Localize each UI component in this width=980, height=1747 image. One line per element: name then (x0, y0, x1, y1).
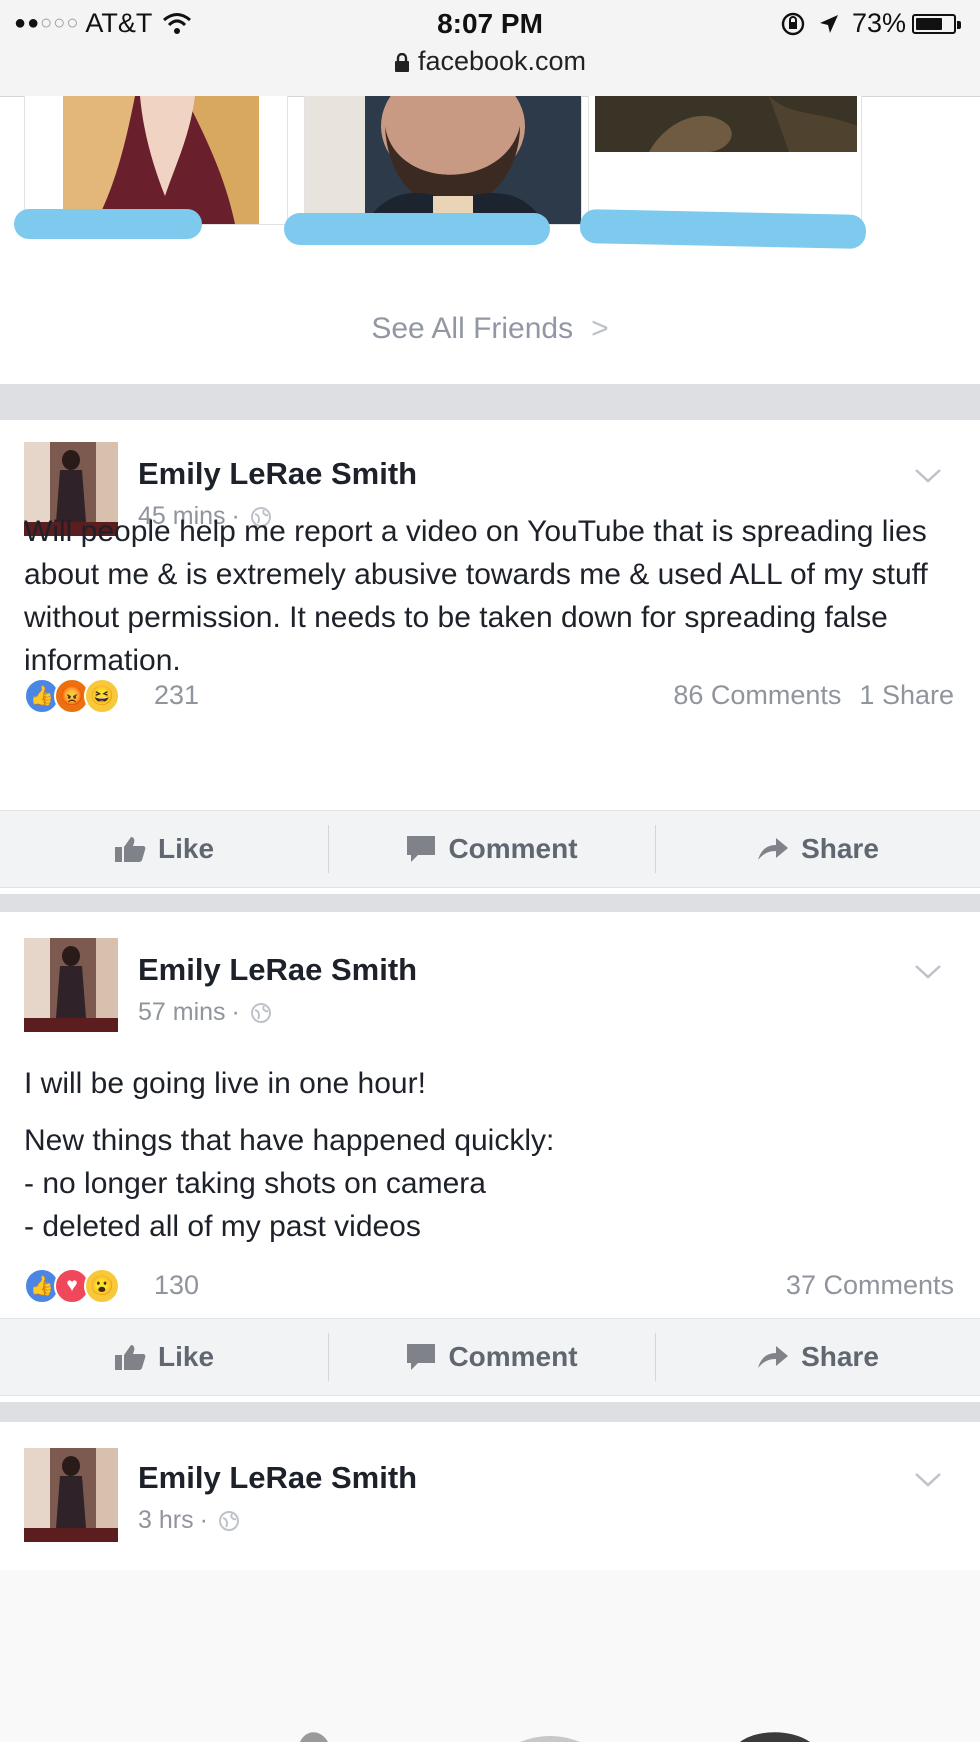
share-label: Share (801, 1341, 879, 1372)
share-arrow-icon (758, 1346, 789, 1368)
post-timestamp[interactable]: 57 mins (138, 998, 226, 1027)
rotation-lock-icon (781, 12, 805, 35)
friend-photo (305, 96, 581, 224)
haha-icon: 😆 (84, 678, 120, 714)
comment-bubble-icon (407, 836, 436, 862)
see-all-friends-label: See All Friends (371, 312, 574, 345)
location-arrow-icon (819, 14, 838, 33)
status-right: 73% (780, 8, 961, 39)
feed-divider (0, 894, 980, 912)
url-text: facebook.com (417, 46, 587, 76)
thumbs-up-icon (114, 837, 146, 862)
post-paragraph: I will be going live in one hour! (24, 1067, 426, 1100)
redacted-name (14, 209, 202, 239)
friend-card[interactable] (588, 96, 862, 225)
share-button[interactable]: Share (656, 811, 980, 887)
chevron-right-icon: > (591, 312, 609, 345)
reactions-summary[interactable]: 👍 😡 😆 231 86 Comments 1 Share (24, 678, 954, 718)
see-all-friends-link[interactable]: See All Friends > (0, 312, 980, 346)
lock-icon (394, 52, 409, 72)
post-options-chevron-icon[interactable] (914, 1472, 942, 1488)
globe-icon (250, 1002, 271, 1023)
reactions-summary[interactable]: 👍 ♥ 😮 130 37 Comments (24, 1268, 954, 1308)
ios-status-bar: ●●○○○ AT&T 8:07 PM 73% facebook.com (0, 0, 980, 97)
friend-photo (25, 96, 287, 224)
comment-count[interactable]: 86 Comments (673, 680, 841, 710)
meta-separator: · (199, 1506, 208, 1534)
redacted-name (284, 213, 550, 245)
post-options-chevron-icon[interactable] (914, 468, 942, 484)
post-paragraph: New things that have happened quickly: (24, 1124, 555, 1157)
comment-bubble-icon (407, 1344, 436, 1370)
feed-post: Emily LeRae Smith 45 mins · Will people … (0, 420, 980, 894)
comment-label: Comment (448, 1341, 578, 1372)
wow-icon: 😮 (84, 1268, 120, 1304)
author-avatar[interactable] (24, 1448, 118, 1542)
feed-divider (0, 384, 980, 420)
redacted-name (579, 209, 867, 249)
battery-icon (912, 13, 961, 34)
reaction-icons: 👍 😡 😆 (24, 678, 120, 714)
post-media-image (0, 1570, 980, 1742)
post-meta: 57 mins · (138, 998, 272, 1027)
feed-post: Emily LeRae Smith 57 mins · I will be go… (0, 912, 980, 1402)
battery-percent: 73% (851, 8, 906, 38)
engagement-counts: 86 Comments 1 Share (673, 680, 954, 711)
globe-icon (218, 1510, 239, 1531)
like-button[interactable]: Like (0, 811, 328, 887)
post-meta: 3 hrs · (138, 1506, 240, 1535)
comment-count[interactable]: 37 Comments (786, 1270, 954, 1300)
reaction-icons: 👍 ♥ 😮 (24, 1268, 120, 1304)
post-paragraph: - no longer taking shots on camera (24, 1167, 486, 1200)
post-body: Will people help me report a video on Yo… (24, 506, 954, 678)
post-action-bar: Like Comment Share (0, 810, 980, 888)
share-button[interactable]: Share (656, 1319, 980, 1395)
battery-fill (916, 17, 942, 30)
thumbs-up-icon (114, 1345, 146, 1370)
author-name[interactable]: Emily LeRae Smith (138, 456, 417, 492)
author-avatar[interactable] (24, 938, 118, 1032)
feed-post: Emily LeRae Smith 3 hrs · (0, 1422, 980, 1742)
comment-button[interactable]: Comment (329, 1319, 655, 1395)
friend-card[interactable] (24, 96, 288, 225)
address-bar[interactable]: facebook.com (0, 46, 980, 77)
reaction-count: 130 (154, 1270, 200, 1300)
comment-label: Comment (448, 833, 578, 864)
like-label: Like (157, 833, 215, 864)
author-name[interactable]: Emily LeRae Smith (138, 952, 417, 988)
engagement-counts: 37 Comments (786, 1270, 954, 1301)
meta-separator: · (231, 998, 240, 1026)
author-name[interactable]: Emily LeRae Smith (138, 1460, 417, 1496)
post-paragraph: Will people help me report a video on Yo… (24, 515, 928, 677)
like-label: Like (157, 1341, 215, 1372)
post-media[interactable] (0, 1570, 980, 1742)
feed-divider (0, 1402, 980, 1422)
post-body: I will be going live in one hour! New th… (24, 1062, 954, 1248)
reaction-count: 231 (154, 680, 200, 710)
share-count[interactable]: 1 Share (859, 680, 954, 710)
post-timestamp[interactable]: 3 hrs (138, 1506, 194, 1535)
share-arrow-icon (758, 838, 789, 860)
post-options-chevron-icon[interactable] (914, 964, 942, 980)
friend-photo (589, 96, 861, 224)
like-button[interactable]: Like (0, 1319, 328, 1395)
share-label: Share (801, 833, 879, 864)
post-paragraph: - deleted all of my past videos (24, 1210, 421, 1243)
friend-card[interactable] (304, 96, 582, 225)
post-action-bar: Like Comment Share (0, 1318, 980, 1396)
comment-button[interactable]: Comment (329, 811, 655, 887)
